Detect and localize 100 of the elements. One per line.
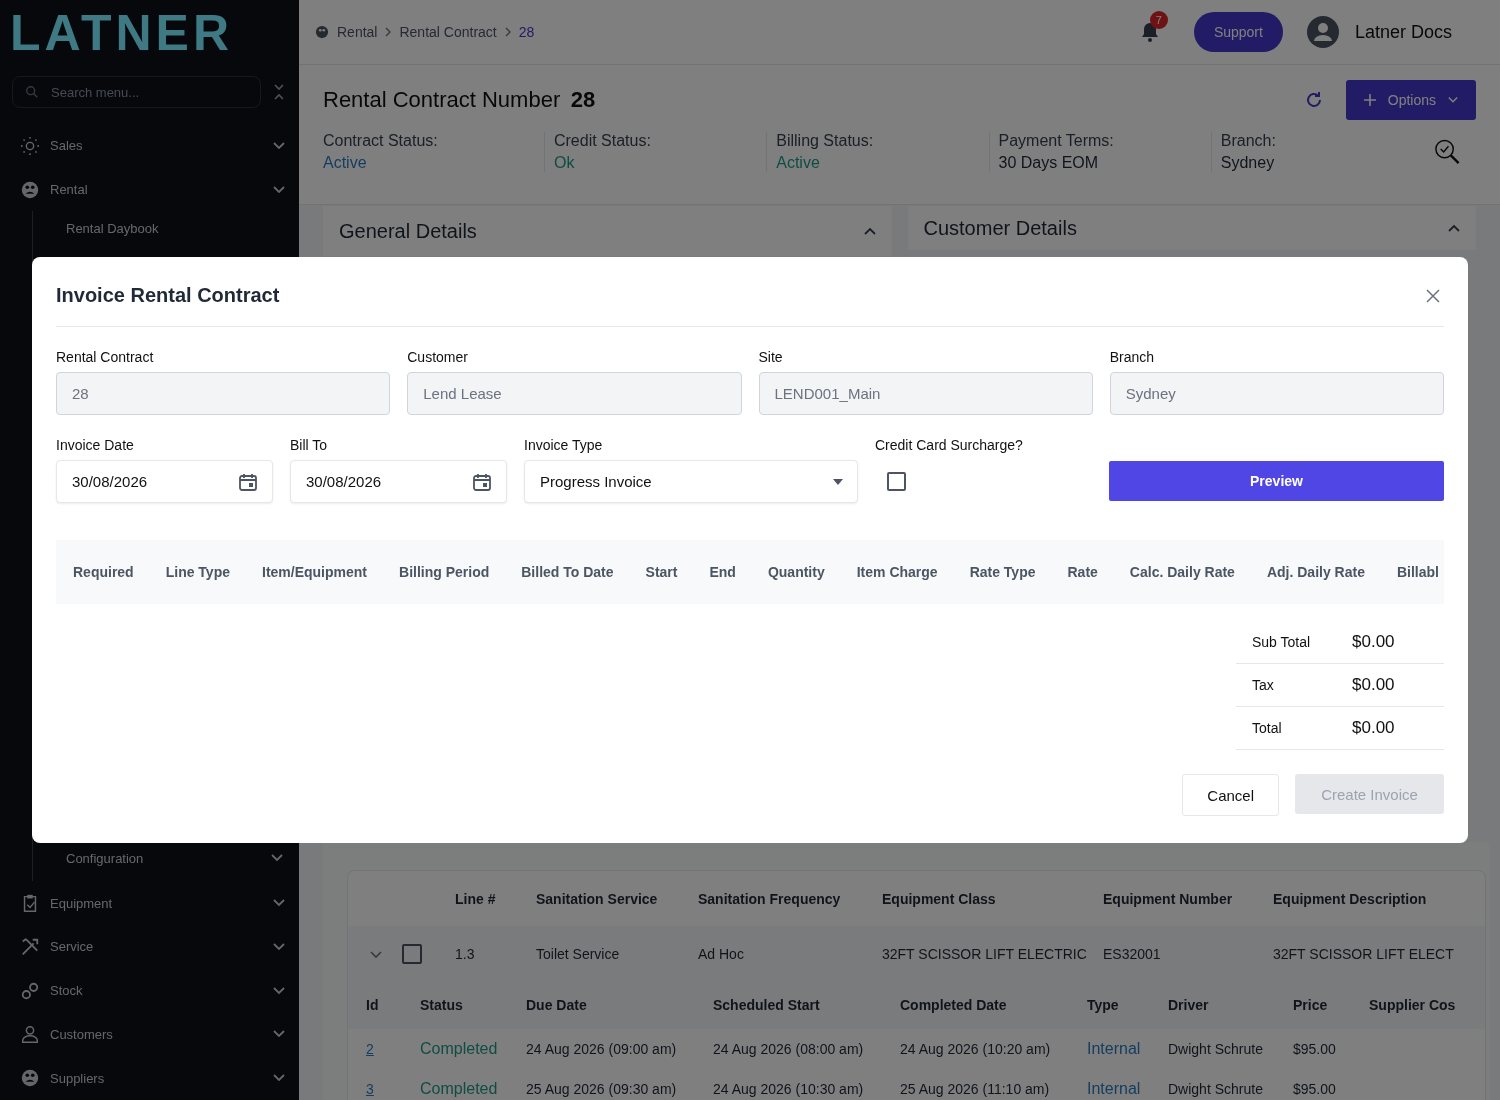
field-label: Invoice Date bbox=[56, 437, 135, 453]
status-text: Completed bbox=[419, 1080, 499, 1098]
chevron-right-icon bbox=[504, 27, 511, 37]
column-header: Calc. Daily Rate bbox=[1129, 564, 1235, 580]
status-label: Billing Status: bbox=[776, 132, 875, 150]
status-value: Ok bbox=[553, 154, 576, 172]
id-link[interactable]: 3 bbox=[348, 1081, 402, 1097]
column-header: Due Date bbox=[525, 997, 588, 1013]
notification-badge: 7 bbox=[1149, 11, 1168, 29]
total-label: Total bbox=[1252, 720, 1283, 736]
column-header: Sanitation Frequency bbox=[697, 890, 842, 907]
chevron-icon bbox=[273, 141, 285, 150]
column-header: Id bbox=[365, 997, 380, 1013]
calendar-icon bbox=[472, 471, 492, 492]
date-field[interactable]: 30/08/2026 bbox=[290, 460, 507, 503]
breadcrumb-link[interactable]: 28 bbox=[518, 24, 535, 40]
search-field[interactable]: Search menu... bbox=[12, 76, 261, 108]
section-header[interactable]: Customer Details bbox=[907, 206, 1476, 250]
options-button[interactable]: Options bbox=[1345, 80, 1476, 120]
table-cell-text: Ad Hoc bbox=[697, 945, 745, 962]
column-header: End bbox=[709, 564, 736, 580]
chevron-up-icon bbox=[863, 225, 876, 237]
table-cell-text: 24 Aug 2026 (10:30 am) bbox=[712, 1081, 865, 1097]
chevron-icon bbox=[273, 899, 285, 908]
avatar-icon[interactable] bbox=[1306, 16, 1339, 48]
id-link[interactable]: 2 bbox=[348, 1041, 402, 1057]
plus-icon bbox=[1363, 94, 1376, 106]
search-icon bbox=[25, 85, 39, 99]
collapse-icon[interactable] bbox=[273, 82, 285, 102]
total-label: Tax bbox=[1252, 677, 1275, 693]
chevron-right-icon bbox=[385, 27, 392, 37]
caret-icon bbox=[833, 477, 843, 486]
status-value: Sydney bbox=[1220, 154, 1276, 172]
chevron-icon bbox=[273, 185, 285, 194]
column-header: Quantity bbox=[767, 564, 825, 580]
table-cell-text: Toilet Service bbox=[535, 945, 621, 962]
table-cell-text: 32FT SCISSOR LIFT ELECTRIC bbox=[881, 945, 1088, 962]
table-cell-text: $95.00 bbox=[1292, 1041, 1337, 1057]
status-label: Contract Status: bbox=[323, 132, 439, 150]
column-header: Item/Equipment bbox=[262, 564, 367, 580]
column-header: Equipment Number bbox=[1102, 890, 1234, 907]
nav-subitem[interactable]: Rental Daybook bbox=[33, 211, 299, 246]
field-label: Site bbox=[758, 349, 784, 365]
nav-item[interactable]: Sales bbox=[20, 124, 285, 168]
nav-item[interactable]: Equipment bbox=[20, 881, 285, 926]
column-header: Equipment Class bbox=[881, 890, 997, 907]
nav-item[interactable]: Suppliers bbox=[20, 1056, 285, 1100]
cancel-button[interactable]: Cancel bbox=[1182, 774, 1279, 816]
status-text: Completed bbox=[419, 1040, 499, 1058]
breadcrumb-link[interactable]: Rental Contract bbox=[399, 24, 497, 40]
status-label: Payment Terms: bbox=[998, 132, 1115, 150]
sun-icon bbox=[20, 135, 40, 156]
chevron-icon bbox=[273, 1030, 285, 1039]
status-value: Active bbox=[323, 154, 368, 172]
column-header: Scheduled Start bbox=[712, 997, 821, 1013]
column-header: Type bbox=[1086, 997, 1120, 1013]
calendar-icon bbox=[238, 471, 258, 492]
section-header[interactable]: General Details bbox=[323, 206, 892, 256]
table-cell-text: 24 Aug 2026 (09:00 am) bbox=[525, 1041, 678, 1057]
contract-number: 28 bbox=[570, 87, 596, 112]
table-cell-text: Dwight Schrute bbox=[1167, 1041, 1264, 1057]
status-value: Active bbox=[776, 154, 821, 172]
date-field[interactable]: 30/08/2026 bbox=[56, 460, 273, 503]
support-button[interactable]: Support bbox=[1193, 12, 1283, 52]
total-value: $0.00 bbox=[1352, 718, 1395, 738]
chevron-up-icon bbox=[1448, 222, 1460, 234]
breadcrumb-link[interactable]: Rental bbox=[337, 24, 378, 40]
status-value: 30 Days EOM bbox=[998, 154, 1100, 172]
search-input[interactable]: Search menu... bbox=[49, 83, 233, 101]
status-label: Branch: bbox=[1220, 132, 1277, 150]
preview-button[interactable]: Preview bbox=[1109, 461, 1444, 501]
table-cell-text: $95.00 bbox=[1292, 1081, 1337, 1097]
type-text: Internal bbox=[1086, 1080, 1142, 1098]
nav-subitem[interactable]: Configuration bbox=[33, 841, 299, 876]
status-label: Credit Status: bbox=[553, 132, 652, 150]
close-icon[interactable] bbox=[1426, 288, 1440, 303]
field-label: Rental Contract bbox=[56, 349, 155, 365]
column-header: Equipment Description bbox=[1272, 890, 1428, 907]
table-cell-text: 25 Aug 2026 (09:30 am) bbox=[525, 1081, 678, 1097]
column-header: Driver bbox=[1167, 997, 1210, 1013]
select-field[interactable]: Progress Invoice bbox=[524, 460, 858, 503]
logo: LATNER bbox=[9, 4, 235, 60]
nav-item[interactable]: Stock bbox=[20, 968, 285, 1013]
row-checkbox[interactable] bbox=[402, 943, 422, 964]
column-header: Required bbox=[73, 564, 134, 580]
user-name[interactable]: Latner Docs bbox=[1354, 21, 1452, 43]
column-header: Start bbox=[645, 564, 678, 580]
checkbox[interactable] bbox=[887, 472, 906, 491]
field-label: Credit Card Surcharge? bbox=[875, 437, 1024, 453]
nav-item[interactable]: Service bbox=[20, 925, 285, 969]
column-header: Rate bbox=[1067, 564, 1098, 580]
chevron-icon bbox=[271, 854, 283, 863]
field-label: Customer bbox=[407, 349, 469, 365]
nav-item[interactable]: Customers bbox=[20, 1012, 285, 1057]
field-label: Bill To bbox=[290, 437, 329, 453]
chevron-icon bbox=[273, 986, 285, 995]
table-cell-text: 24 Aug 2026 (10:20 am) bbox=[899, 1041, 1052, 1057]
tools-icon bbox=[20, 936, 40, 957]
type-text: Internal bbox=[1086, 1040, 1142, 1058]
nav-item[interactable]: Rental bbox=[20, 167, 285, 212]
